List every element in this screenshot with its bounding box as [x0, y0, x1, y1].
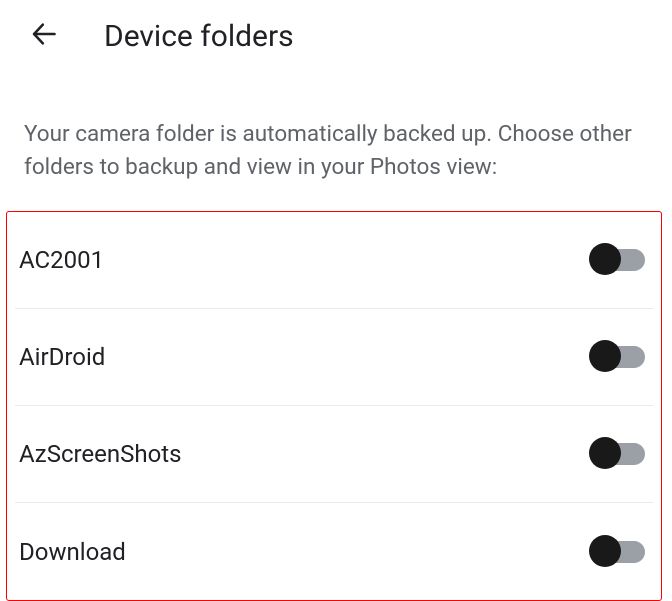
toggle-thumb-icon [589, 243, 621, 275]
folder-toggle-ac2001[interactable] [593, 249, 645, 271]
folder-toggle-download[interactable] [593, 541, 645, 563]
folder-list: AC2001 AirDroid AzScreenShots Download [6, 211, 662, 601]
arrow-back-icon [30, 20, 58, 52]
folder-label: AirDroid [19, 343, 105, 371]
list-item: AC2001 [15, 212, 653, 309]
back-button[interactable] [24, 16, 64, 56]
folder-label: AC2001 [19, 246, 104, 274]
header: Device folders [0, 0, 672, 72]
folder-label: AzScreenShots [19, 440, 182, 468]
list-item: AzScreenShots [15, 406, 653, 503]
description-text: Your camera folder is automatically back… [0, 72, 672, 211]
folder-toggle-airdroid[interactable] [593, 346, 645, 368]
folder-label: Download [19, 538, 126, 566]
toggle-thumb-icon [589, 535, 621, 567]
list-item: AirDroid [15, 309, 653, 406]
list-item: Download [15, 503, 653, 600]
toggle-thumb-icon [589, 437, 621, 469]
folder-toggle-azscreenshots[interactable] [593, 443, 645, 465]
toggle-thumb-icon [589, 340, 621, 372]
page-title: Device folders [104, 19, 294, 54]
